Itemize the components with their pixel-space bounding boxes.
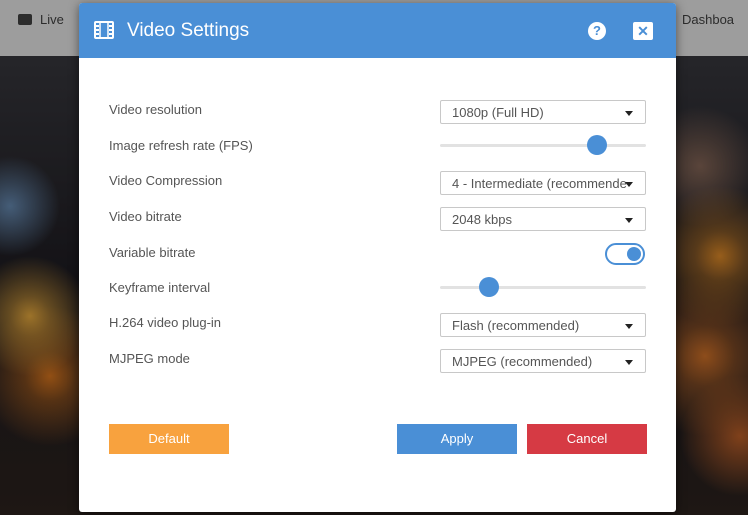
- video-resolution-select[interactable]: 1080p (Full HD): [440, 100, 646, 124]
- chevron-down-icon: [625, 111, 633, 116]
- video-compression-select[interactable]: 4 - Intermediate (recommended): [440, 171, 646, 195]
- toggle-knob: [627, 247, 641, 261]
- h264-plugin-select[interactable]: Flash (recommended): [440, 313, 646, 337]
- keyframe-interval-slider[interactable]: [440, 277, 646, 297]
- chevron-down-icon: [625, 360, 633, 365]
- close-button[interactable]: ✕: [633, 22, 653, 40]
- chevron-down-icon: [625, 218, 633, 223]
- dialog-title: Video Settings: [127, 20, 250, 41]
- chevron-down-icon: [625, 182, 633, 187]
- video-resolution-label: Video resolution: [109, 102, 202, 117]
- help-button[interactable]: ?: [588, 22, 606, 40]
- video-compression-label: Video Compression: [109, 173, 223, 188]
- fps-slider-track: [440, 144, 646, 147]
- dialog-header: Video Settings ? ✕: [79, 3, 676, 58]
- h264-plugin-value: Flash (recommended): [452, 318, 580, 333]
- apply-button[interactable]: Apply: [397, 424, 517, 454]
- keyframe-slider-track: [440, 286, 646, 289]
- fps-label: Image refresh rate (FPS): [109, 138, 253, 153]
- video-compression-value: 4 - Intermediate (recommended): [452, 176, 627, 191]
- keyframe-interval-label: Keyframe interval: [109, 280, 211, 295]
- video-bitrate-label: Video bitrate: [109, 209, 182, 224]
- video-resolution-value: 1080p (Full HD): [452, 105, 544, 120]
- cancel-button[interactable]: Cancel: [527, 424, 647, 454]
- chevron-down-icon: [625, 324, 633, 329]
- video-bitrate-select[interactable]: 2048 kbps: [440, 207, 646, 231]
- h264-plugin-label: H.264 video plug-in: [109, 315, 222, 330]
- video-settings-dialog: Video Settings ? ✕ Video resolution 1080…: [79, 3, 676, 512]
- mjpeg-mode-value: MJPEG (recommended): [452, 354, 593, 369]
- video-bitrate-value: 2048 kbps: [452, 212, 512, 227]
- mjpeg-mode-label: MJPEG mode: [109, 351, 190, 366]
- mjpeg-mode-select[interactable]: MJPEG (recommended): [440, 349, 646, 373]
- variable-bitrate-label: Variable bitrate: [109, 245, 196, 260]
- default-button[interactable]: Default: [109, 424, 229, 454]
- film-icon: [94, 21, 114, 39]
- fps-slider[interactable]: [440, 135, 646, 155]
- fps-slider-thumb[interactable]: [586, 135, 607, 155]
- keyframe-slider-thumb[interactable]: [479, 277, 500, 297]
- variable-bitrate-toggle[interactable]: [605, 243, 645, 265]
